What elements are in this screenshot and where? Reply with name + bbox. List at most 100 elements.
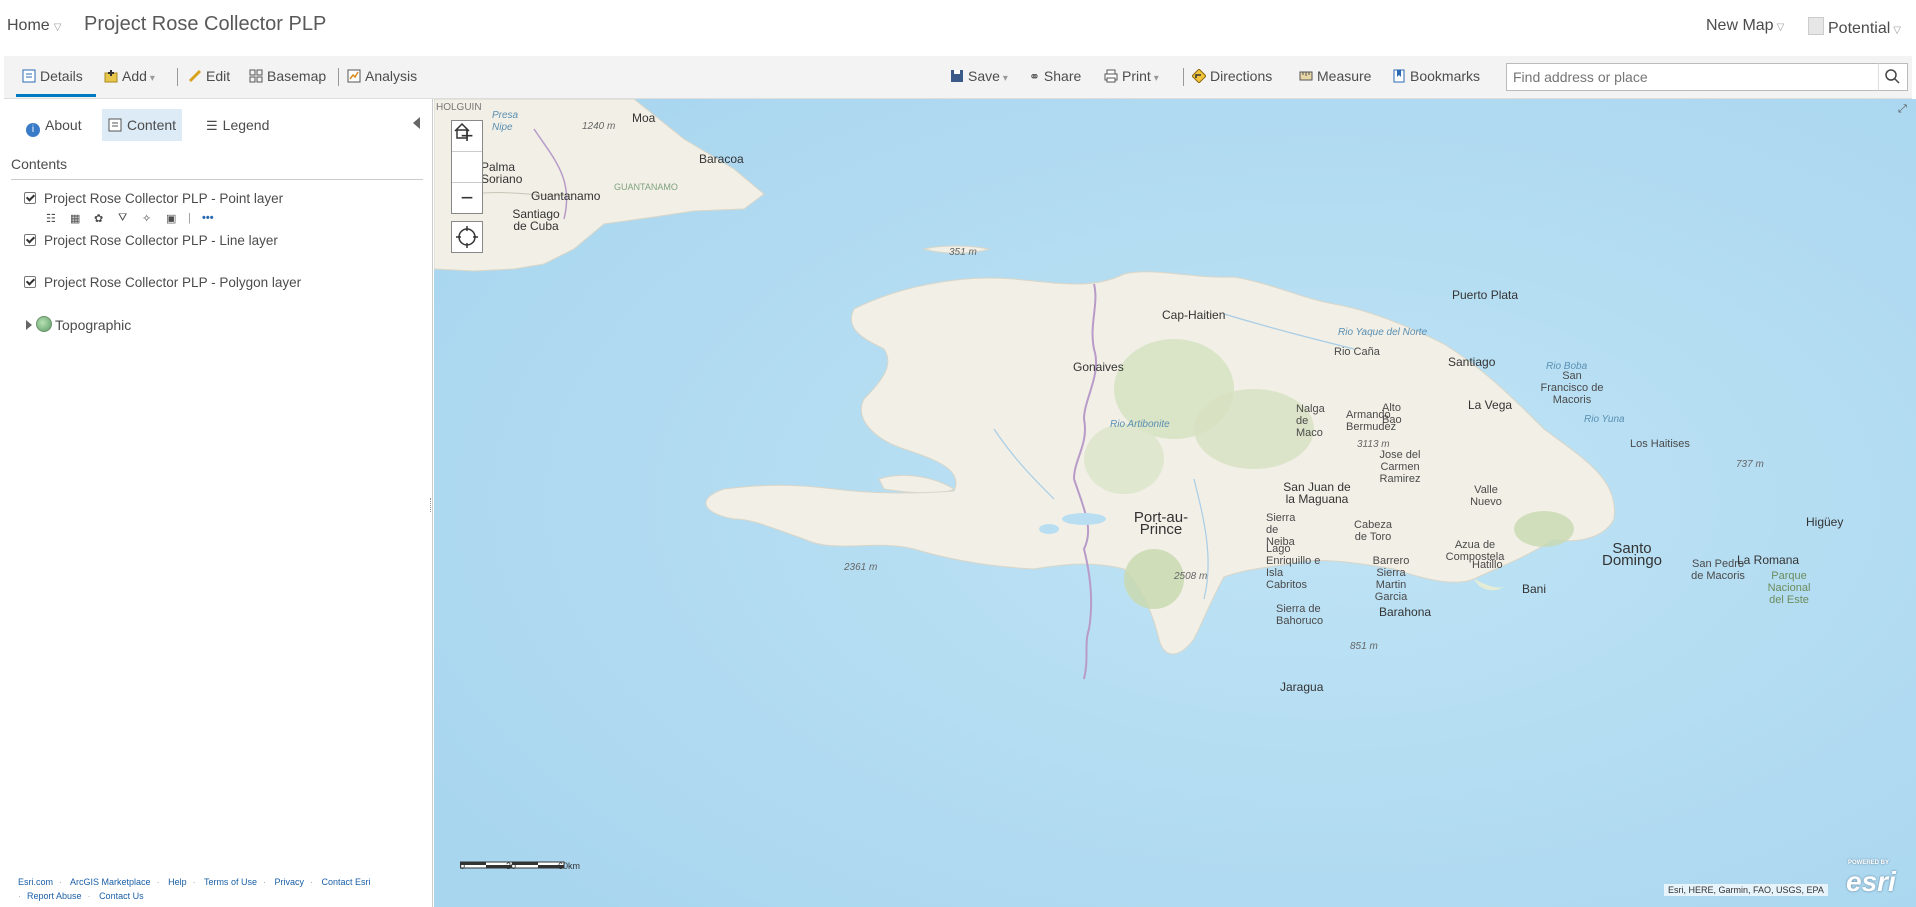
map-label: 2361 m <box>844 562 878 573</box>
printer-icon <box>1104 69 1118 83</box>
layer-checkbox[interactable] <box>24 234 36 246</box>
zoom-control: + − <box>451 120 483 214</box>
tab-content[interactable]: Content <box>102 109 183 141</box>
footer-link[interactable]: Contact Esri <box>322 877 371 887</box>
layer-item[interactable]: Project Rose Collector PLP - Line layer <box>24 233 278 248</box>
change-style-icon[interactable]: ✿ <box>94 212 108 226</box>
tab-legend[interactable]: ☰ Legend <box>200 109 275 141</box>
map-label: San Francisco de Macoris <box>1540 370 1604 406</box>
map-label: Rio Caña <box>1334 346 1380 358</box>
layer-item[interactable]: Project Rose Collector PLP - Point layer <box>24 191 283 206</box>
basemap-layer-label: Topographic <box>55 317 132 333</box>
basemap-icon <box>249 69 263 83</box>
measure-label: Measure <box>1317 68 1372 84</box>
bookmark-icon <box>1393 69 1405 83</box>
print-button[interactable]: Print ▾ <box>1104 68 1159 84</box>
legend-toggle-icon[interactable]: ☷ <box>46 212 60 226</box>
footer-link[interactable]: Privacy <box>274 877 304 887</box>
bookmarks-button[interactable]: Bookmarks <box>1392 68 1480 84</box>
footer-link[interactable]: Terms of Use <box>204 877 257 887</box>
add-icon <box>104 70 118 83</box>
map-label: Cap-Haitien <box>1162 308 1226 322</box>
save-icon <box>951 70 963 82</box>
map-label: Gonaives <box>1073 360 1124 374</box>
filter-icon[interactable]: ⛛ <box>118 212 132 226</box>
footer-link[interactable]: Report Abuse <box>27 891 82 901</box>
edit-button[interactable]: Edit <box>188 68 230 84</box>
directions-icon <box>1192 69 1206 83</box>
new-map-menu[interactable]: New Map ▽ <box>1706 17 1784 35</box>
tab-about-label: About <box>45 117 82 133</box>
map-label: GUANTANAMO <box>614 182 678 192</box>
divider <box>177 68 178 86</box>
footer-links: Esri.com · ArcGIS Marketplace · Help · Term… <box>18 877 371 901</box>
details-icon <box>22 69 36 83</box>
map-label: Rio Yuna <box>1584 414 1625 425</box>
footer-link[interactable]: Help <box>168 877 187 887</box>
details-button[interactable]: Details <box>22 68 83 84</box>
crosshair-icon <box>456 226 478 248</box>
map-label: Port-au-Prince <box>1133 509 1189 538</box>
directions-button[interactable]: Directions <box>1192 68 1272 84</box>
footer-link[interactable]: Contact Us <box>99 891 144 901</box>
scale-label: 0 <box>460 861 466 871</box>
home-menu[interactable]: Home ▽ <box>7 17 61 35</box>
map-label: Santiago de Cuba <box>512 207 560 233</box>
map-view[interactable]: HOLGUIN Moa Baracoa Palma Soriano Guanta… <box>434 99 1916 907</box>
collapse-sidebar-icon[interactable] <box>413 117 420 129</box>
map-label: HOLGUIN <box>436 102 482 113</box>
layer-checkbox[interactable] <box>24 192 36 204</box>
edit-label: Edit <box>206 68 231 84</box>
caret-down-icon: ▾ <box>1002 73 1008 84</box>
sidebar: i About Content ☰ Legend Contents Project … <box>4 99 433 907</box>
map-label: Los Haitises <box>1630 438 1690 450</box>
layer-checkbox[interactable] <box>24 276 36 288</box>
map-label: 1240 m <box>582 121 616 132</box>
page-title: Project Rose Collector PLP <box>84 13 327 35</box>
home-extent-button[interactable] <box>452 122 482 183</box>
map-label: Hatillo <box>1472 559 1503 571</box>
basemap-layer-item[interactable]: Topographic <box>26 316 131 333</box>
map-label: Sierra de Bahoruco <box>1276 603 1324 627</box>
search-input[interactable] <box>1506 63 1891 91</box>
basemap-graphic <box>434 99 1916 907</box>
map-label: San Juan de la Maguana <box>1283 480 1351 506</box>
user-menu[interactable]: Potential ▽ <box>1808 17 1901 38</box>
map-label: 2508 m <box>1174 571 1208 582</box>
zoom-out-button[interactable]: − <box>452 183 482 213</box>
save-button[interactable]: Save ▾ <box>950 68 1008 84</box>
home-icon <box>454 122 470 139</box>
share-button[interactable]: ⚭ Share <box>1029 68 1081 85</box>
tab-about[interactable]: i About <box>20 109 88 141</box>
map-label: 351 m <box>949 247 977 258</box>
add-button[interactable]: Add ▾ <box>104 68 155 84</box>
expand-map-icon[interactable]: ⤢ <box>1898 103 1910 115</box>
locate-button[interactable] <box>451 221 483 253</box>
layer-label: Project Rose Collector PLP - Point layer <box>44 191 284 206</box>
caret-down-icon: ▾ <box>149 73 155 84</box>
scale-label: 60km <box>558 861 581 871</box>
search-button[interactable] <box>1878 63 1908 91</box>
top-bar: Home ▽ Project Rose Collector PLP New Map… <box>0 0 1916 54</box>
more-options-icon[interactable]: ••• <box>202 212 216 226</box>
layer-item[interactable]: Project Rose Collector PLP - Polygon lay… <box>24 275 301 290</box>
map-label: Nalga de Maco <box>1296 403 1325 439</box>
table-icon[interactable]: ▦ <box>70 212 84 226</box>
basemap-button[interactable]: Basemap <box>249 68 326 84</box>
chevron-down-icon: ▽ <box>1776 22 1785 33</box>
footer-link[interactable]: ArcGIS Marketplace <box>70 877 151 887</box>
create-labels-icon[interactable]: ▣ <box>166 212 180 226</box>
analysis-icon[interactable]: ✧ <box>142 212 156 226</box>
analysis-button[interactable]: Analysis <box>347 68 417 84</box>
map-label: Rio Yaque del Norte <box>1338 327 1428 338</box>
analysis-label: Analysis <box>365 68 418 84</box>
active-tab-indicator <box>16 94 96 97</box>
directions-label: Directions <box>1210 68 1273 84</box>
expand-icon[interactable] <box>26 320 32 330</box>
add-label: Add <box>122 68 147 84</box>
map-attribution: Esri, HERE, Garmin, FAO, USGS, EPA <box>1664 884 1828 896</box>
map-label: Jose del Carmen Ramirez <box>1379 449 1421 485</box>
print-label: Print <box>1122 68 1151 84</box>
footer-link[interactable]: Esri.com <box>18 877 53 887</box>
measure-button[interactable]: Measure <box>1299 68 1371 84</box>
